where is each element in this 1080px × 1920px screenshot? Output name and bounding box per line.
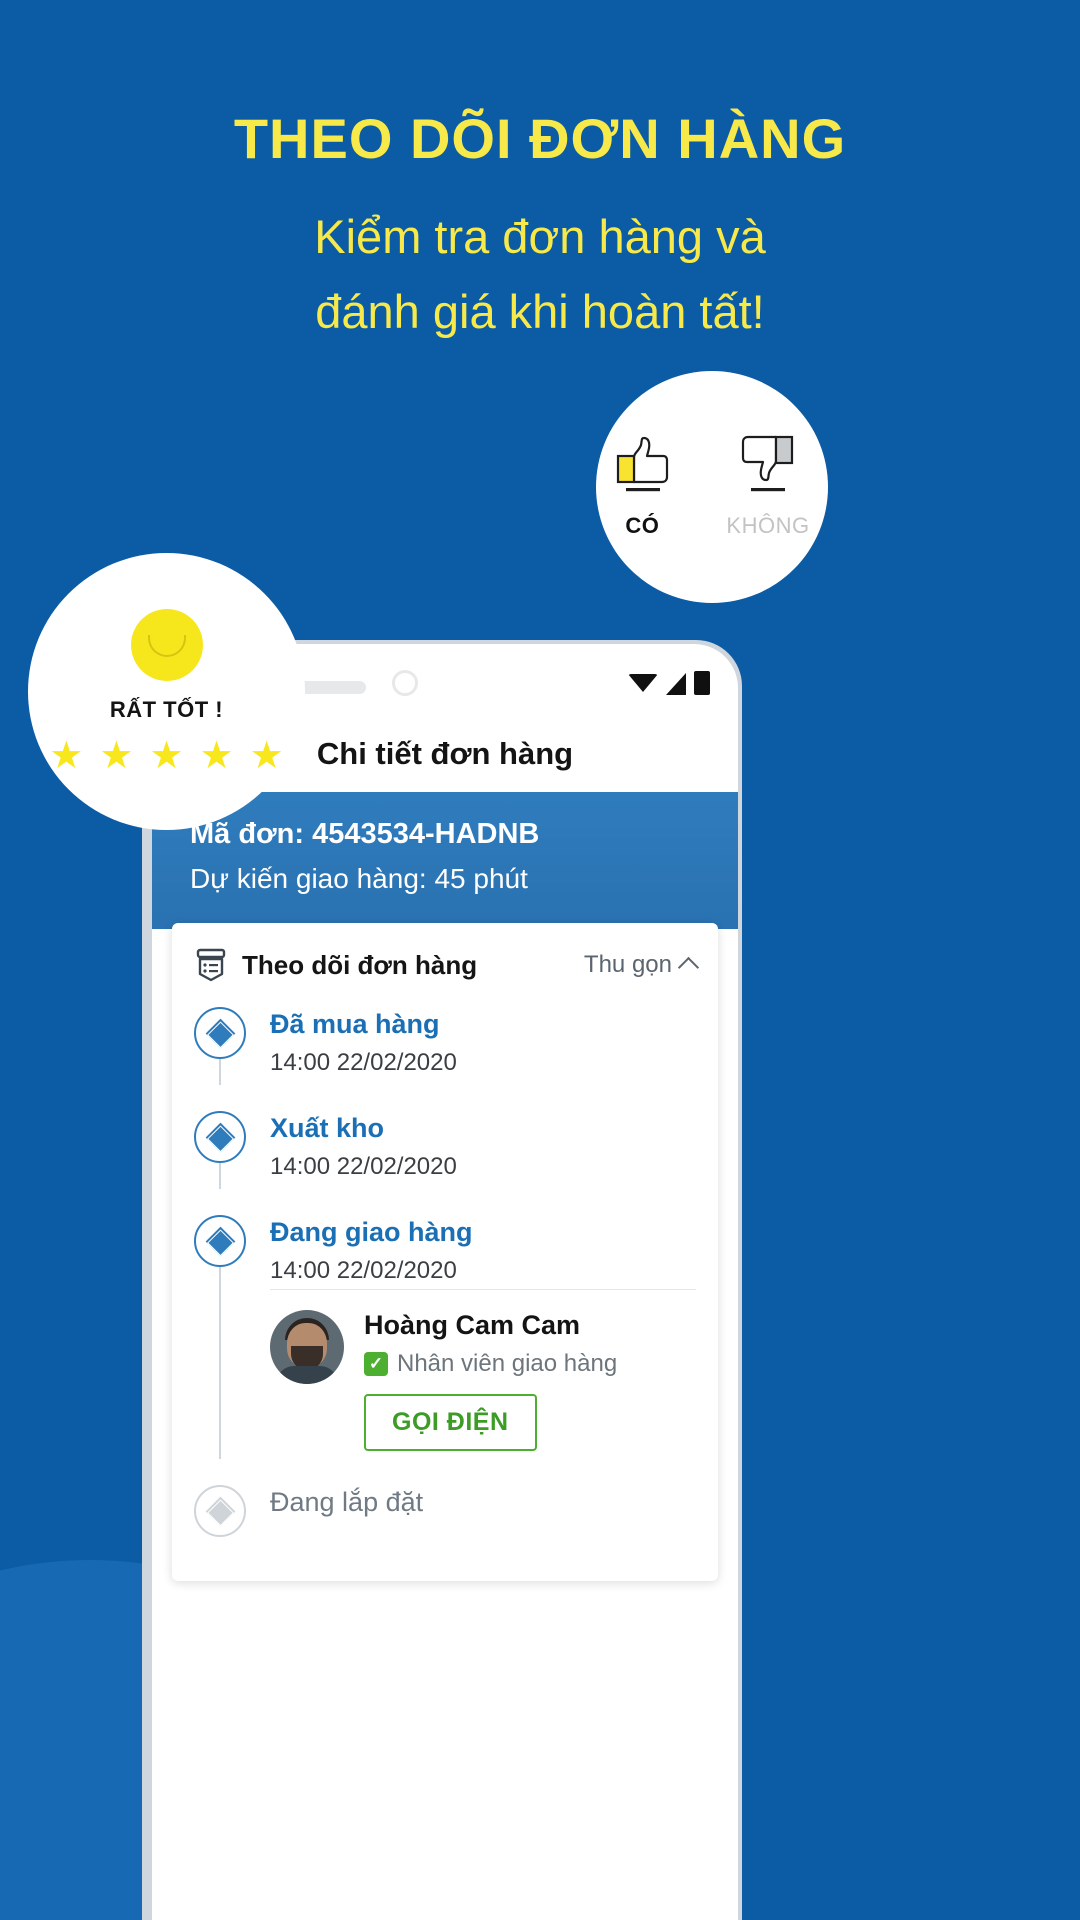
feedback-bubble: CÓ KHÔNG <box>596 371 828 603</box>
order-header-card: Mã đơn: 4543534-HADNB Dự kiến giao hàng:… <box>152 792 738 929</box>
wifi-icon <box>628 674 658 692</box>
smiley-face-icon <box>130 608 203 681</box>
signal-icon <box>666 673 686 695</box>
timeline-node-icon <box>194 1007 246 1059</box>
timeline-step-time: 14:00 22/02/2020 <box>270 1153 457 1180</box>
thumbs-down-icon <box>740 435 796 493</box>
tracking-card-header: Theo dõi đơn hàng Thu gọn <box>172 923 718 1001</box>
thumbs-up-icon <box>614 435 670 493</box>
star-icon[interactable]: ★ <box>250 737 284 775</box>
order-eta: Dự kiến giao hàng: 45 phút <box>190 863 528 894</box>
promo-screenshot: THEO DÕI ĐƠN HÀNG Kiểm tra đơn hàng và đ… <box>0 0 1080 1920</box>
timeline-connector <box>219 1059 221 1085</box>
status-bar-icons <box>628 671 710 695</box>
timeline-step-body: Xuất kho 14:00 22/02/2020 <box>270 1111 696 1181</box>
order-code: Mã đơn: 4543534-HADNB <box>190 818 540 850</box>
page-subtitle-line-2: đánh giá khi hoàn tất! <box>315 284 765 338</box>
page-title: THEO DÕI ĐƠN HÀNG <box>233 107 847 170</box>
tracking-card: Theo dõi đơn hàng Thu gọn Đã mua hàng 14… <box>172 923 718 1581</box>
timeline-step: Đã mua hàng 14:00 22/02/2020 <box>194 1007 696 1111</box>
star-icon[interactable]: ★ <box>49 737 83 775</box>
star-icon[interactable]: ★ <box>200 737 234 775</box>
feedback-no-option[interactable]: KHÔNG <box>726 435 809 539</box>
battery-icon <box>694 671 710 695</box>
verified-check-icon: ✓ <box>364 1352 388 1376</box>
timeline-step-title: Xuất kho <box>270 1113 385 1143</box>
timeline-node-icon <box>194 1485 246 1537</box>
tracking-card-title: Theo dõi đơn hàng <box>242 949 478 980</box>
timeline-step-title: Đang lắp đặt <box>270 1487 424 1517</box>
courier-name: Hoàng Cam Cam <box>364 1310 581 1340</box>
timeline-step: Đang giao hàng 14:00 22/02/2020 Hoàng Ca… <box>194 1215 696 1485</box>
timeline-marker <box>194 1485 270 1537</box>
phone-mockup: Chi tiết đơn hàng Mã đơn: 4543534-HADNB … <box>152 644 738 1920</box>
timeline-step-title: Đang giao hàng <box>270 1217 473 1247</box>
timeline-marker <box>194 1111 270 1189</box>
layers-icon <box>205 1018 235 1048</box>
feedback-yes-label: CÓ <box>625 513 660 538</box>
page-subtitle-line-1: Kiểm tra đơn hàng và <box>314 210 766 263</box>
timeline-step-body: Đã mua hàng 14:00 22/02/2020 <box>270 1007 696 1077</box>
timeline-step-time: 14:00 22/02/2020 <box>270 1049 457 1076</box>
timeline-node-icon <box>194 1111 246 1163</box>
timeline-step: Xuất kho 14:00 22/02/2020 <box>194 1111 696 1215</box>
layers-icon <box>205 1496 235 1526</box>
package-receipt-icon <box>194 947 228 983</box>
courier-role: ✓ Nhân viên giao hàng <box>364 1350 617 1378</box>
layers-icon <box>205 1226 235 1256</box>
timeline-node-icon <box>194 1215 246 1267</box>
courier-info: Hoàng Cam Cam ✓ Nhân viên giao hàng GỌI … <box>270 1289 696 1451</box>
sensor-icon <box>392 670 418 696</box>
star-icon[interactable]: ★ <box>99 737 133 775</box>
rating-label: RẤT TỐT ! <box>109 696 224 722</box>
smiley-mouth <box>147 634 186 657</box>
courier-avatar <box>270 1310 344 1384</box>
star-icon[interactable]: ★ <box>149 737 183 775</box>
chevron-up-icon <box>677 956 700 979</box>
timeline-connector <box>219 1267 221 1459</box>
call-button[interactable]: GỌI ĐIỆN <box>364 1394 537 1451</box>
timeline-step-title: Đã mua hàng <box>270 1009 440 1039</box>
rating-bubble: RẤT TỐT ! ★ ★ ★ ★ ★ <box>28 553 305 830</box>
order-timeline: Đã mua hàng 14:00 22/02/2020 Xuất kho 14… <box>172 1001 718 1571</box>
timeline-step-time: 14:00 22/02/2020 <box>270 1257 457 1284</box>
courier-details: Hoàng Cam Cam ✓ Nhân viên giao hàng GỌI … <box>364 1310 617 1451</box>
page-subtitle: Kiểm tra đơn hàng và đánh giá khi hoàn t… <box>0 200 1080 349</box>
feedback-yes-option[interactable]: CÓ <box>614 435 670 539</box>
collapse-label: Thu gọn <box>583 951 672 978</box>
timeline-marker <box>194 1215 270 1459</box>
timeline-marker <box>194 1007 270 1085</box>
layers-icon <box>205 1122 235 1152</box>
timeline-step-body: Đang giao hàng 14:00 22/02/2020 Hoàng Ca… <box>270 1215 696 1451</box>
timeline-step: Đang lắp đặt <box>194 1485 696 1571</box>
timeline-step-body: Đang lắp đặt <box>270 1485 696 1537</box>
timeline-connector <box>219 1163 221 1189</box>
feedback-no-label: KHÔNG <box>726 513 810 538</box>
collapse-toggle[interactable]: Thu gọn <box>583 951 700 979</box>
rating-stars[interactable]: ★ ★ ★ ★ ★ <box>49 737 283 775</box>
courier-role-label: Nhân viên giao hàng <box>397 1350 618 1377</box>
avatar-body <box>276 1366 338 1384</box>
